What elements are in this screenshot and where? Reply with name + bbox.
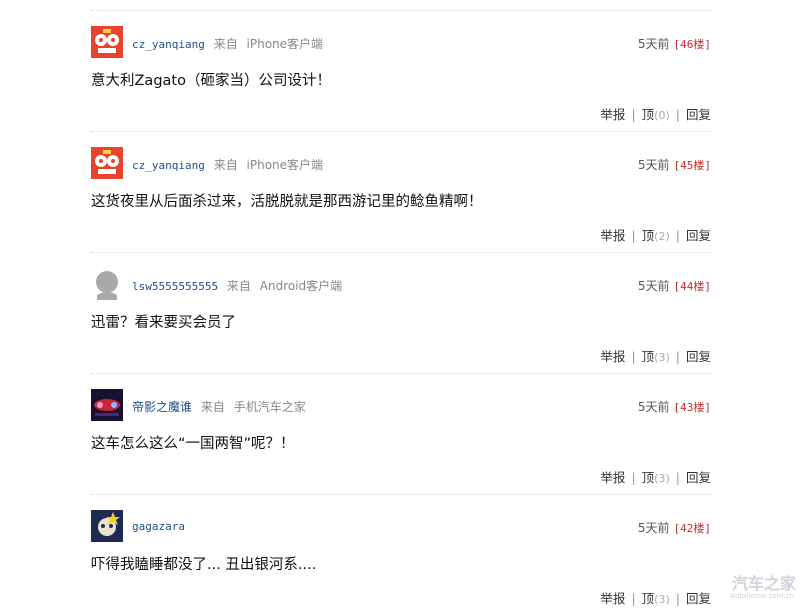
separator: | [675,470,680,485]
default-user-avatar-icon[interactable] [91,268,123,300]
comment-list: cz_yanqiang 来自 iPhone客户端 5天前 [46楼] 意大利Zag… [91,10,711,615]
floor-number: [43楼] [673,401,712,414]
like-label: 顶 [641,349,655,364]
watermark-logo: 汽车之家 [731,574,796,593]
comment-header: 帝影之魔谁 来自 手机汽车之家 5天前 [43楼] [91,389,711,421]
separator: | [631,349,636,364]
device-source: 手机汽车之家 [233,400,306,414]
from-label: 来自 [213,158,238,172]
report-link[interactable]: 举报 [600,228,625,243]
separator: | [675,107,680,122]
comment-text: 意大利Zagato（砸家当）公司设计！ [91,73,331,89]
username-link[interactable]: lsw5555555555 [132,280,218,293]
reply-link[interactable]: 回复 [686,107,711,122]
post-time: 5天前 [637,521,670,535]
username-link[interactable]: 帝影之魔谁 [132,400,192,414]
report-link[interactable]: 举报 [600,470,625,485]
comment-meta: cz_yanqiang 来自 iPhone客户端 [132,156,323,173]
comment-time-floor: 5天前 [43楼] [638,398,711,415]
comment-time-floor: 5天前 [45楼] [638,156,711,173]
comment-time-floor: 5天前 [44楼] [638,277,711,294]
reply-link[interactable]: 回复 [686,470,711,485]
separator: | [631,470,636,485]
like-link[interactable]: 顶(2) [642,228,670,243]
reply-link[interactable]: 回复 [686,349,711,364]
separator: | [631,107,636,122]
comment-header: cz_yanqiang 来自 iPhone客户端 5天前 [46楼] [91,26,711,58]
post-time: 5天前 [637,37,670,51]
comment-header: lsw5555555555 来自 Android客户端 5天前 [44楼] [91,268,711,300]
floor-number: [45楼] [673,159,712,172]
comment-time-floor: 5天前 [42楼] [638,519,711,536]
device-source: Android客户端 [259,279,343,293]
like-count: (2) [654,230,670,243]
report-link[interactable]: 举报 [600,107,625,122]
comment-text: 这车怎么这么“一国两智”呢？！ [91,436,295,452]
comment-time-floor: 5天前 [46楼] [638,35,711,52]
comment-meta: gagazara [132,519,195,533]
separator: | [631,228,636,243]
username-link[interactable]: gagazara [132,520,185,533]
comment-actions: 举报 | 顶(3) | 回复 [600,467,711,486]
device-source: iPhone客户端 [246,158,324,172]
separator: | [675,228,680,243]
separator: | [675,349,680,364]
comment-actions: 举报 | 顶(2) | 回复 [600,225,711,244]
comment-item: cz_yanqiang 来自 iPhone客户端 5天前 [46楼] 意大利Zag… [91,10,711,131]
comment-meta: cz_yanqiang 来自 iPhone客户端 [132,35,323,52]
cartoon-avatar-icon[interactable] [91,147,123,179]
comment-actions: 举报 | 顶(3) | 回复 [600,588,711,607]
like-label: 顶 [641,228,655,243]
comment-header: cz_yanqiang 来自 iPhone客户端 5天前 [45楼] [91,147,711,179]
report-link[interactable]: 举报 [600,591,625,606]
like-label: 顶 [641,470,655,485]
comment-actions: 举报 | 顶(3) | 回复 [600,346,711,365]
post-time: 5天前 [637,400,670,414]
anime-avatar-icon[interactable] [91,510,123,542]
like-link[interactable]: 顶(0) [642,107,670,122]
like-link[interactable]: 顶(3) [642,470,670,485]
comment-text: 吓得我瞌睡都没了... 丑出银河系.... [91,557,317,573]
comment-actions: 举报 | 顶(0) | 回复 [600,104,711,123]
device-source: iPhone客户端 [246,37,324,51]
like-link[interactable]: 顶(3) [642,591,670,606]
like-label: 顶 [641,591,655,606]
comment-meta: lsw5555555555 来自 Android客户端 [132,277,342,294]
like-label: 顶 [641,107,655,122]
comment-item: cz_yanqiang 来自 iPhone客户端 5天前 [45楼] 这货夜里从后… [91,131,711,252]
comment-item: gagazara 5天前 [42楼] 吓得我瞌睡都没了... 丑出银河系.... … [91,494,711,615]
floor-number: [44楼] [673,280,712,293]
floor-number: [46楼] [673,38,712,51]
like-count: (0) [654,109,670,122]
comment-header: gagazara 5天前 [42楼] [91,510,711,542]
reply-link[interactable]: 回复 [686,228,711,243]
cartoon-avatar-icon[interactable] [91,26,123,58]
from-label: 来自 [226,279,251,293]
separator: | [631,591,636,606]
username-link[interactable]: cz_yanqiang [132,38,205,51]
watermark-subtext: Autohome.com.cn [730,592,794,600]
post-time: 5天前 [637,279,670,293]
post-time: 5天前 [637,158,670,172]
reply-link[interactable]: 回复 [686,591,711,606]
comment-item: 帝影之魔谁 来自 手机汽车之家 5天前 [43楼] 这车怎么这么“一国两智”呢？！… [91,373,711,494]
like-count: (3) [654,351,670,364]
separator: | [675,591,680,606]
from-label: 来自 [200,400,225,414]
photo-avatar-icon[interactable] [91,389,123,421]
like-link[interactable]: 顶(3) [642,349,670,364]
like-count: (3) [654,472,670,485]
comment-meta: 帝影之魔谁 来自 手机汽车之家 [132,398,306,415]
report-link[interactable]: 举报 [600,349,625,364]
comment-text: 迅雷？看来要买会员了 [91,315,236,331]
username-link[interactable]: cz_yanqiang [132,159,205,172]
comment-text: 这货夜里从后面杀过来，活脱脱就是那西游记里的鲶鱼精啊！ [91,194,483,210]
floor-number: [42楼] [673,522,712,535]
comment-item: lsw5555555555 来自 Android客户端 5天前 [44楼] 迅雷？… [91,252,711,373]
from-label: 来自 [213,37,238,51]
